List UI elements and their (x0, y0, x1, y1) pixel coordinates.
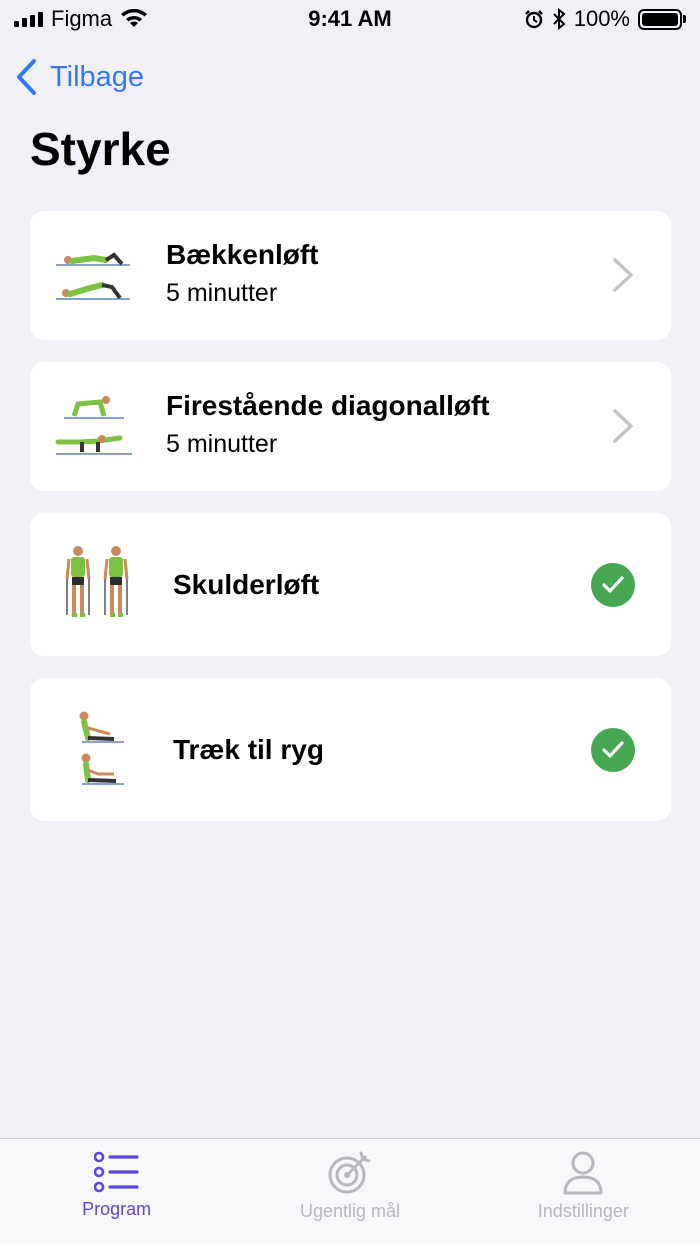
chevron-right-icon (613, 409, 633, 443)
page-title: Styrke (30, 123, 171, 175)
tab-bar: Program Ugentlig mål Indstillinger (0, 1138, 700, 1244)
exercise-card-4[interactable]: Træk til ryg (30, 678, 671, 821)
carrier-name: Figma (51, 6, 113, 31)
battery-percent: 100% (573, 6, 630, 31)
signal-icon (14, 11, 43, 27)
tab-ugentlig-maal[interactable]: Ugentlig mål (233, 1139, 466, 1244)
exercise-text-1: Bækkenløft 5 minutter (166, 239, 318, 308)
tab-label: Program (82, 1199, 152, 1219)
tab-indstillinger[interactable]: Indstillinger (467, 1139, 700, 1244)
back-button[interactable]: Tilbage (14, 58, 144, 96)
status-right: 100% (524, 6, 686, 32)
chevron-right-icon (613, 258, 633, 292)
tab-label: Indstillinger (537, 1201, 629, 1221)
tab-program[interactable]: Program (0, 1139, 233, 1244)
battery-icon (638, 8, 686, 30)
status-bar: Figma 9:41 AM 100% (0, 0, 700, 38)
seated-row-exercise-thumbnail (79, 711, 124, 785)
list-icon (93, 1151, 139, 1193)
exercise-card-2[interactable]: Firestående diagonalløft 5 minutter (30, 362, 671, 491)
wifi-icon (121, 9, 148, 27)
bluetooth-icon (553, 8, 566, 30)
exercise-title: Bækkenløft (166, 239, 319, 270)
tab-label: Ugentlig mål (299, 1201, 401, 1221)
exercise-duration: 5 minutter (166, 279, 278, 307)
back-label: Tilbage (50, 60, 145, 93)
bridge-exercise-thumbnail (56, 252, 130, 300)
exercise-text-2: Firestående diagonalløft 5 minutter (166, 390, 490, 459)
checkmark-icon (591, 728, 635, 772)
target-icon (328, 1151, 371, 1194)
chevron-left-icon (17, 59, 36, 95)
exercise-card-1[interactable]: Bækkenløft 5 minutter (30, 211, 671, 340)
exercise-title: Firestående diagonalløft (166, 390, 490, 421)
exercise-title: Skulderløft (173, 569, 320, 600)
bird-dog-exercise-thumbnail (55, 396, 132, 455)
exercise-card-3[interactable]: Skulderløft (30, 513, 671, 656)
status-left: Figma (14, 6, 148, 32)
alarm-icon (524, 10, 543, 29)
person-icon (563, 1151, 603, 1195)
exercise-duration: 5 minutter (166, 430, 278, 458)
exercise-title: Træk til ryg (173, 734, 324, 765)
shoulder-shrug-exercise-thumbnail (65, 546, 129, 617)
checkmark-icon (591, 563, 635, 607)
